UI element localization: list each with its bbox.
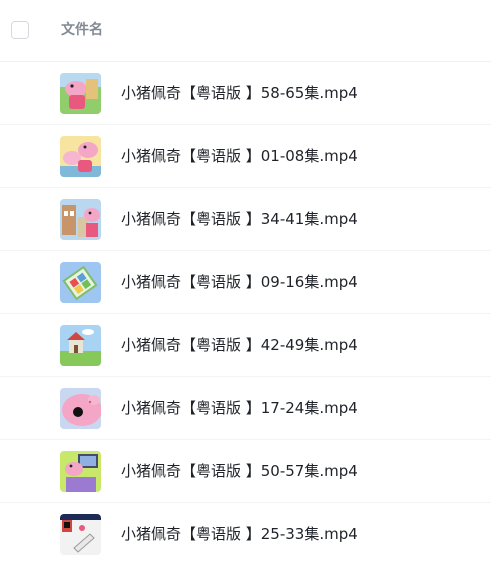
video-thumbnail-icon xyxy=(60,262,101,303)
column-header-filename[interactable]: 文件名 xyxy=(61,21,103,39)
file-row[interactable]: 小猪佩奇【粤语版 】34-41集.mp4 xyxy=(0,188,491,251)
file-row[interactable]: 小猪佩奇【粤语版 】50-57集.mp4 xyxy=(0,440,491,503)
file-row[interactable]: 小猪佩奇【粤语版 】42-49集.mp4 xyxy=(0,314,491,377)
video-thumbnail-icon xyxy=(60,388,101,429)
file-name[interactable]: 小猪佩奇【粤语版 】58-65集.mp4 xyxy=(121,84,358,103)
file-name[interactable]: 小猪佩奇【粤语版 】42-49集.mp4 xyxy=(121,336,358,355)
file-row[interactable]: 小猪佩奇【粤语版 】01-08集.mp4 xyxy=(0,125,491,188)
file-row[interactable]: 小猪佩奇【粤语版 】09-16集.mp4 xyxy=(0,251,491,314)
file-row[interactable]: 小猪佩奇【粤语版 】17-24集.mp4 xyxy=(0,377,491,440)
file-name[interactable]: 小猪佩奇【粤语版 】09-16集.mp4 xyxy=(121,273,358,292)
video-thumbnail-icon xyxy=(60,73,101,114)
video-thumbnail-icon xyxy=(60,514,101,555)
file-row[interactable]: 小猪佩奇【粤语版 】25-33集.mp4 xyxy=(0,503,491,566)
video-thumbnail-icon xyxy=(60,136,101,177)
select-all-checkbox[interactable] xyxy=(11,21,29,39)
file-name[interactable]: 小猪佩奇【粤语版 】01-08集.mp4 xyxy=(121,147,358,166)
file-list-header: 文件名 xyxy=(0,0,491,62)
video-thumbnail-icon xyxy=(60,325,101,366)
file-name[interactable]: 小猪佩奇【粤语版 】34-41集.mp4 xyxy=(121,210,358,229)
file-name[interactable]: 小猪佩奇【粤语版 】25-33集.mp4 xyxy=(121,525,358,544)
file-row[interactable]: 小猪佩奇【粤语版 】58-65集.mp4 xyxy=(0,62,491,125)
file-name[interactable]: 小猪佩奇【粤语版 】17-24集.mp4 xyxy=(121,399,358,418)
video-thumbnail-icon xyxy=(60,199,101,240)
video-thumbnail-icon xyxy=(60,451,101,492)
file-name[interactable]: 小猪佩奇【粤语版 】50-57集.mp4 xyxy=(121,462,358,481)
